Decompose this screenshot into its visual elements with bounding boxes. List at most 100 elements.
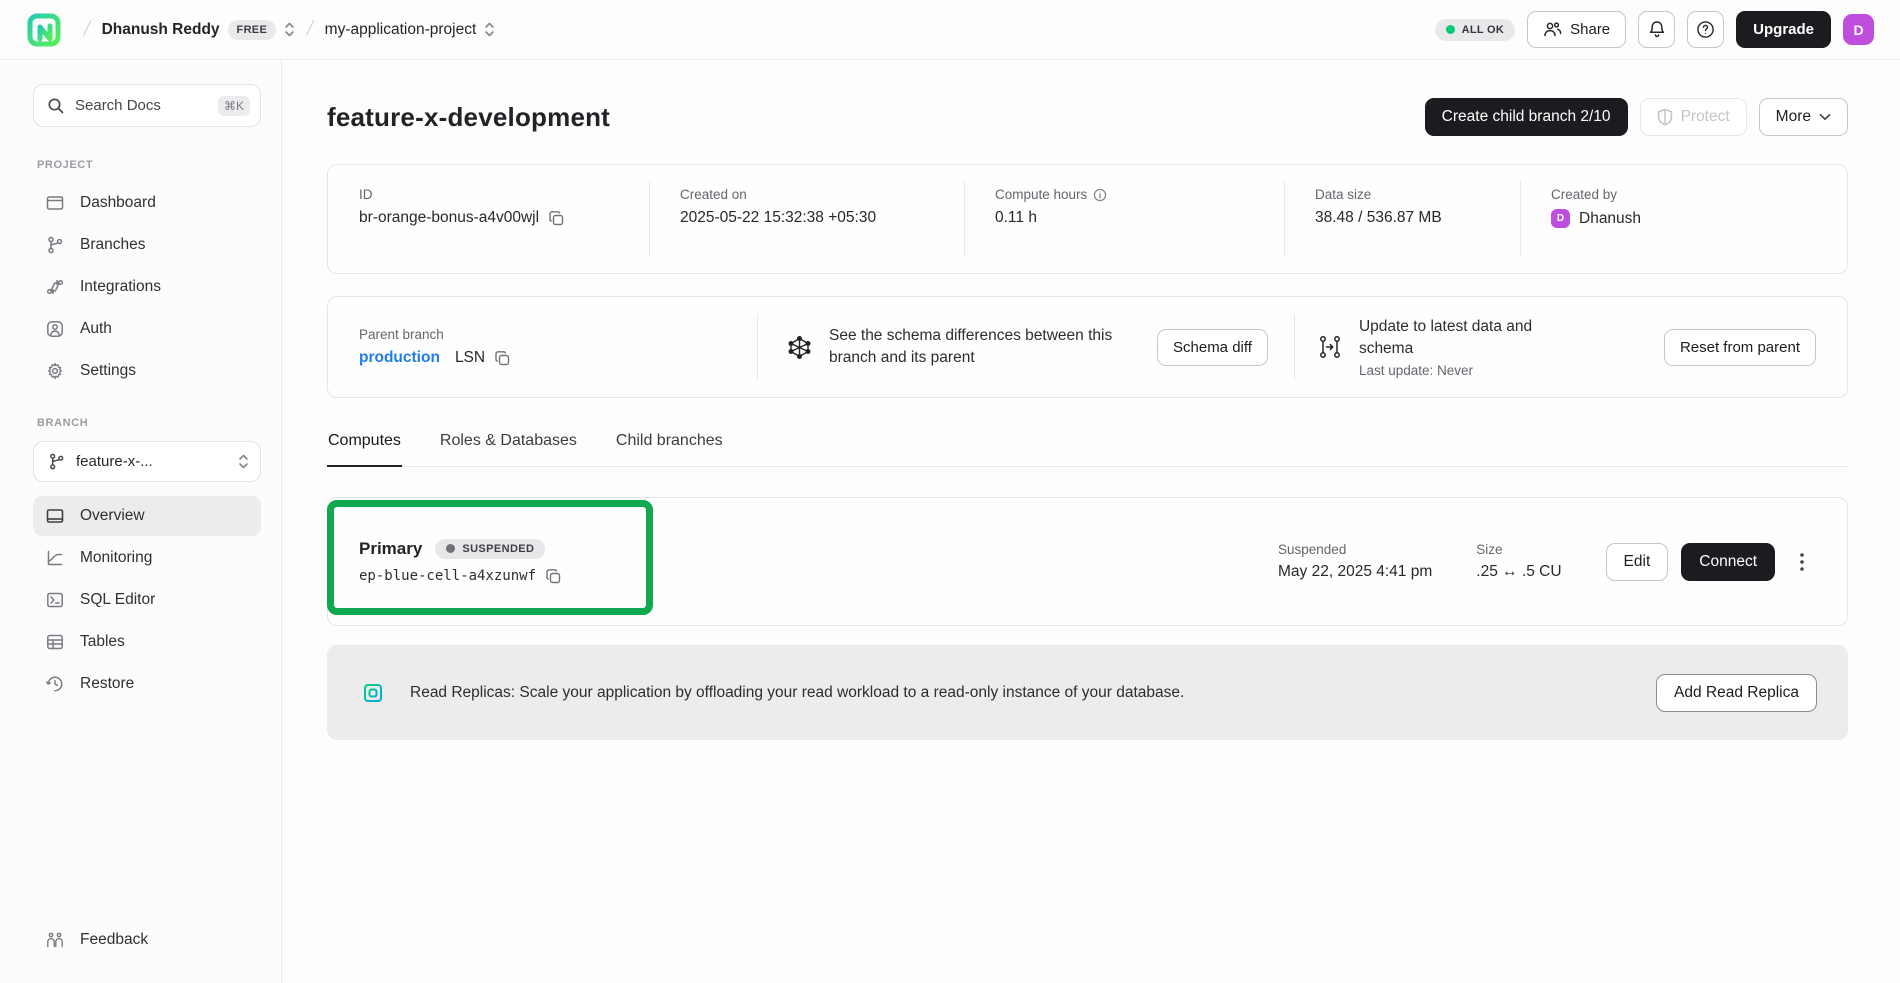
tab-computes[interactable]: Computes	[327, 432, 402, 467]
tab-roles-databases[interactable]: Roles & Databases	[439, 432, 578, 467]
plan-badge: FREE	[228, 20, 277, 40]
copy-icon[interactable]	[494, 350, 511, 367]
overview-icon	[45, 506, 65, 526]
suspended-info: Suspended May 22, 2025 4:41 pm	[1278, 542, 1432, 581]
schema-diff-button[interactable]: Schema diff	[1157, 329, 1268, 366]
more-button[interactable]: More	[1759, 98, 1848, 136]
sidebar-item-label: Restore	[80, 675, 134, 693]
notifications-button[interactable]	[1638, 11, 1675, 48]
sidebar-item-monitoring[interactable]: Monitoring	[33, 538, 261, 578]
page-title: feature-x-development	[327, 102, 610, 133]
add-read-replica-button[interactable]: Add Read Replica	[1656, 674, 1817, 712]
schema-diff-section: See the schema differences between this …	[758, 325, 1294, 368]
info-icon[interactable]	[1093, 188, 1107, 202]
compute-identity: Primary SUSPENDED ep-blue-cell-a4xzunwf	[359, 539, 562, 585]
sidebar-item-tables[interactable]: Tables	[33, 622, 261, 662]
id-value: br-orange-bonus-a4v00wjl	[359, 209, 539, 227]
parent-branch-card: Parent branch production LSN	[327, 296, 1848, 398]
detail-created-on: Created on 2025-05-22 15:32:38 +05:30	[649, 165, 964, 273]
protect-button[interactable]: Protect	[1640, 98, 1747, 136]
reset-section: Update to latest data and schema Last up…	[1295, 316, 1847, 377]
more-label: More	[1776, 108, 1811, 126]
compute-hours-value: 0.11 h	[995, 209, 1037, 227]
connect-button[interactable]: Connect	[1681, 543, 1775, 581]
sidebar-item-feedback[interactable]: Feedback	[33, 921, 261, 959]
upgrade-label: Upgrade	[1753, 21, 1814, 38]
reset-from-parent-label: Reset from parent	[1680, 339, 1800, 356]
compute-endpoint-id: ep-blue-cell-a4xzunwf	[359, 568, 536, 584]
search-docs-input[interactable]	[75, 97, 208, 114]
lsn-label[interactable]: LSN	[455, 349, 485, 367]
chevron-updown-icon	[238, 453, 249, 470]
project-name: my-application-project	[325, 21, 477, 39]
data-size-value: 38.48 / 536.87 MB	[1315, 209, 1442, 227]
update-text: Update to latest data and schema	[1359, 316, 1577, 359]
user-avatar[interactable]: D	[1843, 14, 1874, 45]
sidebar-item-integrations[interactable]: Integrations	[33, 267, 261, 307]
sidebar-item-overview[interactable]: Overview	[33, 496, 261, 536]
suspended-value: May 22, 2025 4:41 pm	[1278, 563, 1432, 581]
neon-logo-icon[interactable]	[26, 12, 62, 48]
status-badge[interactable]: ALL OK	[1435, 19, 1516, 41]
tab-bar: Computes Roles & Databases Child branche…	[327, 432, 1848, 467]
sidebar-item-settings[interactable]: Settings	[33, 351, 261, 391]
sidebar-item-dashboard[interactable]: Dashboard	[33, 183, 261, 223]
read-replica-text: Read Replicas: Scale your application by…	[410, 684, 1634, 702]
search-shortcut-badge: ⌘K	[218, 96, 250, 116]
created-on-label: Created on	[680, 187, 944, 202]
created-by-label: Created by	[1551, 187, 1827, 202]
project-section-label: PROJECT	[37, 159, 261, 171]
upgrade-button[interactable]: Upgrade	[1736, 11, 1831, 48]
shield-icon	[1657, 108, 1673, 126]
chevron-updown-icon	[484, 21, 495, 38]
compute-name: Primary	[359, 539, 422, 559]
people-icon	[1543, 21, 1562, 38]
sidebar-item-branches[interactable]: Branches	[33, 225, 261, 265]
branch-selector[interactable]: feature-x-...	[33, 441, 261, 482]
schema-diff-text: See the schema differences between this …	[829, 325, 1141, 368]
sidebar-item-label: Tables	[80, 633, 125, 651]
sidebar-item-sql-editor[interactable]: SQL Editor	[33, 580, 261, 620]
create-child-branch-button[interactable]: Create child branch 2/10	[1425, 98, 1628, 136]
help-button[interactable]	[1687, 11, 1724, 48]
sidebar-item-label: Integrations	[80, 278, 161, 296]
sidebar-item-restore[interactable]: Restore	[33, 664, 261, 704]
top-header: / Dhanush Reddy FREE / my-application-pr…	[0, 0, 1900, 60]
edit-button[interactable]: Edit	[1606, 543, 1669, 581]
detail-data-size: Data size 38.48 / 536.87 MB	[1284, 165, 1520, 273]
table-icon	[45, 632, 65, 652]
share-button[interactable]: Share	[1527, 11, 1626, 48]
compute-status-label: SUSPENDED	[462, 543, 534, 555]
feedback-people-icon	[45, 931, 65, 949]
chart-icon	[45, 548, 65, 568]
status-label: ALL OK	[1462, 24, 1505, 36]
copy-icon[interactable]	[545, 568, 562, 585]
edit-label: Edit	[1624, 553, 1651, 571]
protect-label: Protect	[1681, 108, 1730, 126]
creator-avatar-initial: D	[1557, 213, 1564, 224]
last-update-text: Last update: Never	[1359, 363, 1577, 378]
kebab-menu-button[interactable]	[1788, 543, 1816, 581]
suspended-label: Suspended	[1278, 542, 1432, 557]
parent-branch-label: Parent branch	[359, 327, 757, 342]
copy-icon[interactable]	[548, 210, 565, 227]
compute-status-badge: SUSPENDED	[435, 539, 545, 559]
size-value: .25 ↔ .5 CU	[1476, 563, 1561, 581]
project-breadcrumb[interactable]: my-application-project	[325, 21, 496, 39]
sidebar-item-label: Monitoring	[80, 549, 152, 567]
search-docs-box[interactable]: ⌘K	[33, 84, 261, 127]
integrations-icon	[45, 277, 65, 297]
sidebar-item-label: SQL Editor	[80, 591, 155, 609]
parent-branch-link[interactable]: production	[359, 349, 440, 367]
created-on-value: 2025-05-22 15:32:38 +05:30	[680, 209, 876, 227]
data-size-label: Data size	[1315, 187, 1500, 202]
sidebar-item-label: Overview	[80, 507, 145, 525]
org-breadcrumb[interactable]: Dhanush Reddy FREE	[102, 20, 296, 40]
tab-child-branches[interactable]: Child branches	[615, 432, 724, 467]
bell-icon	[1648, 20, 1666, 39]
add-read-replica-label: Add Read Replica	[1674, 684, 1799, 702]
sidebar-item-label: Feedback	[80, 931, 148, 949]
sidebar-item-auth[interactable]: Auth	[33, 309, 261, 349]
reset-from-parent-button[interactable]: Reset from parent	[1664, 329, 1816, 366]
avatar-initial: D	[1853, 22, 1863, 38]
